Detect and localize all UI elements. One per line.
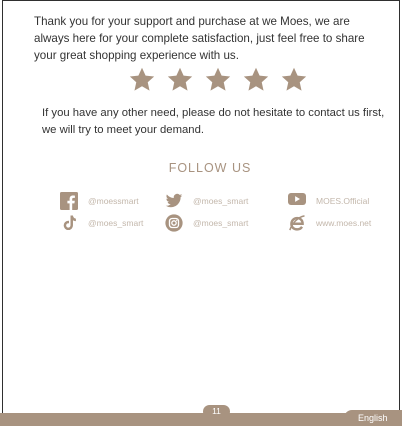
follow-us-heading: FOLLOW US bbox=[168, 161, 252, 175]
facebook-icon bbox=[60, 192, 78, 210]
browser-icon bbox=[288, 214, 306, 232]
contact-paragraph: If you have any other need, please do no… bbox=[42, 107, 385, 136]
social-handle: @moes_smart bbox=[193, 218, 249, 228]
instagram-icon bbox=[165, 214, 183, 232]
page-number: 11 bbox=[203, 405, 230, 418]
social-row: @moes_smart @moes_smart www.moes.net bbox=[60, 213, 395, 233]
social-handle: @moes_smart bbox=[88, 218, 144, 228]
social-twitter[interactable]: @moes_smart bbox=[165, 191, 248, 211]
star-icon bbox=[166, 66, 194, 93]
social-handle: @moes_smart bbox=[193, 196, 249, 206]
star-rating bbox=[128, 65, 308, 93]
social-row: @moessmart @moes_smart MOES.Official bbox=[60, 191, 395, 211]
social-handle: www.moes.net bbox=[316, 218, 372, 228]
footer-bar bbox=[0, 413, 402, 426]
social-website[interactable]: www.moes.net bbox=[288, 213, 371, 233]
youtube-icon bbox=[288, 192, 306, 210]
intro-paragraph: Thank you for your support and purchase … bbox=[34, 15, 365, 63]
star-icon bbox=[204, 66, 232, 93]
social-youtube[interactable]: MOES.Official bbox=[288, 191, 369, 211]
social-facebook[interactable]: @moessmart bbox=[60, 191, 139, 211]
star-icon bbox=[128, 66, 156, 93]
social-instagram[interactable]: @moes_smart bbox=[165, 213, 248, 233]
star-icon bbox=[280, 66, 308, 93]
language-tab: English bbox=[344, 410, 402, 426]
social-handle: MOES.Official bbox=[316, 196, 370, 206]
star-icon bbox=[242, 66, 270, 93]
twitter-icon bbox=[165, 192, 183, 210]
social-tiktok[interactable]: @moes_smart bbox=[60, 213, 143, 233]
social-handle: @moessmart bbox=[88, 196, 139, 206]
tiktok-icon bbox=[60, 214, 78, 232]
